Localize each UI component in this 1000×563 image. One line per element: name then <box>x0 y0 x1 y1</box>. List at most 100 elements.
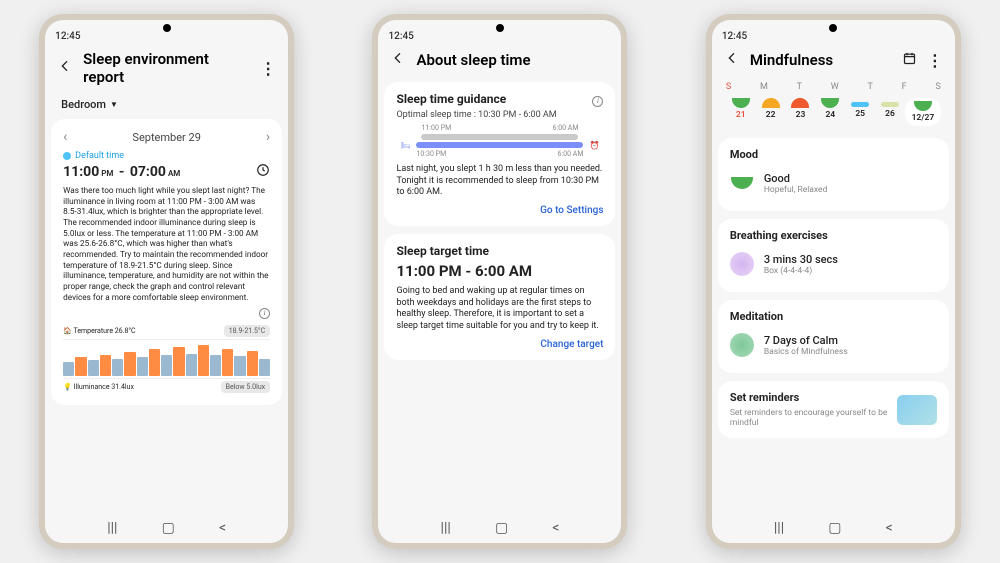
clock-icon[interactable] <box>256 163 270 180</box>
room-label: Bedroom <box>61 98 106 111</box>
d26: 26 <box>885 109 895 119</box>
back-icon[interactable] <box>57 58 73 78</box>
page-title: About sleep time <box>416 51 609 69</box>
temp-legend: 🏠 Temperature 26.8°C <box>63 327 135 335</box>
day-s1: S <box>726 82 731 92</box>
clock: 12:45 <box>722 31 747 42</box>
today-pill[interactable]: 12/27 <box>905 98 941 126</box>
phone-1: 12:45 Sleep environment report ⋮ Bedroom… <box>39 14 294 549</box>
room-dropdown[interactable]: Bedroom ▼ <box>51 94 282 115</box>
navbar: ||| ▢ < <box>378 513 621 543</box>
home-button[interactable]: ▢ <box>828 520 841 536</box>
guidance-card: Sleep time guidance i Optimal sleep time… <box>384 82 615 226</box>
neutral-icon <box>851 102 869 107</box>
prev-day[interactable]: ‹ <box>63 129 67 145</box>
reminders-title: Set reminders <box>730 391 889 404</box>
header: Mindfulness ⋮ <box>712 42 955 78</box>
recents-button[interactable]: ||| <box>441 520 451 536</box>
time-chart: 11:00 PM6:00 AM 🛏 ⏰ 10:30 PM6:00 AM <box>396 126 603 156</box>
home-button[interactable]: ▢ <box>162 520 175 536</box>
recents-button[interactable]: ||| <box>107 520 117 536</box>
date-label: September 29 <box>132 131 200 144</box>
med-sub: Basics of Mindfulness <box>764 347 848 357</box>
day-s2: S <box>935 82 940 92</box>
d21: 21 <box>736 110 746 120</box>
breathing-card[interactable]: Breathing exercises 3 mins 30 secsBox (4… <box>718 219 949 292</box>
mood-week-row[interactable]: 21 22 23 24 25 26 12/27 <box>718 96 949 134</box>
camera-punch <box>496 24 504 32</box>
end-time: 07:00 <box>130 164 166 180</box>
mood-card[interactable]: Mood GoodHopeful, Relaxed <box>718 138 949 211</box>
breath-value: 3 mins 30 secs <box>764 253 838 266</box>
main-card: ‹ September 29 › Default time 11:00 PM -… <box>51 119 282 405</box>
chart-bars[interactable] <box>63 339 270 379</box>
breathing-title: Breathing exercises <box>730 229 937 242</box>
meditation-icon <box>730 333 754 357</box>
optimal-text: Optimal sleep time : 10:30 PM - 6:00 AM <box>396 110 603 120</box>
screen-2: 12:45 About sleep time Sleep time guidan… <box>378 20 621 543</box>
light-icon <box>881 102 899 107</box>
weekday-row: S M T W T F S <box>718 78 949 96</box>
calendar-icon[interactable] <box>902 51 917 70</box>
d23: 23 <box>796 110 806 120</box>
d25: 25 <box>855 109 865 119</box>
lux-legend: 💡 Illuminance 31.4lux <box>63 383 134 391</box>
screen-3: 12:45 Mindfulness ⋮ S M T W T F S 21 22 … <box>712 20 955 543</box>
reminders-sub: Set reminders to encourage yourself to b… <box>730 408 889 428</box>
temp-range-badge: 18.9-21.5°C <box>224 325 270 337</box>
day-m: M <box>760 82 768 92</box>
page-title: Mindfulness <box>750 51 892 69</box>
t4: 6:00 AM <box>558 150 584 158</box>
day-f: F <box>902 82 907 92</box>
clock: 12:45 <box>55 31 80 42</box>
bar-actual <box>421 134 578 140</box>
back-button[interactable]: < <box>886 520 893 536</box>
alarm-icon: ⏰ <box>590 141 600 150</box>
screen-1: 12:45 Sleep environment report ⋮ Bedroom… <box>45 20 288 543</box>
smile-icon <box>914 101 932 111</box>
med-value: 7 Days of Calm <box>764 334 848 347</box>
more-icon[interactable]: ⋮ <box>927 51 943 70</box>
info-icon[interactable]: i <box>259 308 270 319</box>
breath-sub: Box (4-4-4-4) <box>764 266 838 276</box>
start-ampm: PM <box>101 169 113 178</box>
info-icon[interactable]: i <box>592 96 603 107</box>
meditation-title: Meditation <box>730 310 937 323</box>
mood-sub: Hopeful, Relaxed <box>764 185 828 195</box>
guidance-desc: Last night, you slept 1 h 30 m less than… <box>396 164 603 199</box>
target-desc: Going to bed and waking up at regular ti… <box>396 286 603 333</box>
back-icon[interactable] <box>390 50 406 70</box>
smile-icon <box>821 98 839 108</box>
dot-icon <box>63 152 71 160</box>
breathing-icon <box>730 252 754 276</box>
home-button[interactable]: ▢ <box>495 520 508 536</box>
camera-punch <box>163 24 171 32</box>
end-ampm: AM <box>168 169 180 178</box>
t2: 6:00 AM <box>553 124 579 132</box>
recents-button[interactable]: ||| <box>774 520 784 536</box>
reminders-card[interactable]: Set reminders Set reminders to encourage… <box>718 381 949 438</box>
default-time-label: Default time <box>75 151 124 161</box>
chevron-down-icon: ▼ <box>110 100 118 109</box>
back-button[interactable]: < <box>552 520 559 536</box>
navbar: ||| ▢ < <box>712 513 955 543</box>
target-title: Sleep target time <box>396 244 603 258</box>
chart-area: 🏠 Temperature 26.8°C 18.9-21.5°C <box>63 325 270 393</box>
temp-label: Temperature 26.8°C <box>73 327 135 335</box>
dash: - <box>115 164 127 180</box>
next-day[interactable]: › <box>266 129 270 145</box>
bed-icon: 🛏 <box>400 141 410 150</box>
settings-link[interactable]: Go to Settings <box>396 205 603 216</box>
guidance-title: Sleep time guidance <box>396 92 506 106</box>
target-card: Sleep target time 11:00 PM - 6:00 AM Goi… <box>384 234 615 360</box>
day-t1: T <box>797 82 802 92</box>
back-button[interactable]: < <box>219 520 226 536</box>
lux-range-badge: Below 5.0lux <box>221 381 271 393</box>
back-icon[interactable] <box>724 50 740 70</box>
change-target-link[interactable]: Change target <box>396 339 603 350</box>
meditation-card[interactable]: Meditation 7 Days of CalmBasics of Mindf… <box>718 300 949 373</box>
more-icon[interactable]: ⋮ <box>260 59 276 78</box>
sad-icon <box>791 98 809 108</box>
time-range: 11:00 PM - 07:00 AM <box>63 164 180 180</box>
default-time-row: Default time <box>63 151 270 161</box>
